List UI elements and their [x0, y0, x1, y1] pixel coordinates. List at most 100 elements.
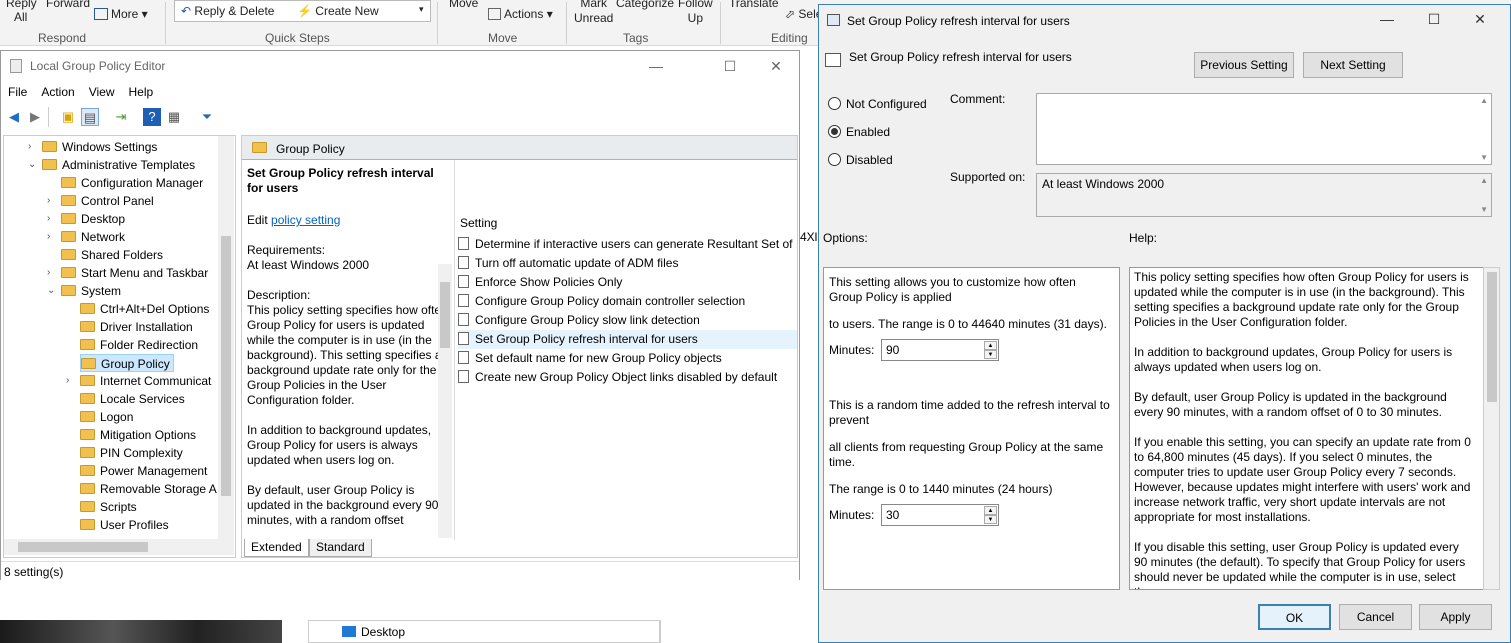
menu-help[interactable]: Help [122, 83, 161, 101]
tree-item[interactable]: Driver Installation [80, 318, 193, 336]
tree-vscrollbar[interactable] [218, 136, 234, 539]
tree-hscrollbar[interactable] [4, 539, 234, 555]
setting-row[interactable]: Configure Group Policy slow link detecti… [458, 311, 797, 330]
tree-item[interactable]: Group Policy [80, 354, 174, 372]
apply-button[interactable]: Apply [1419, 604, 1492, 630]
tree-item[interactable]: Folder Redirection [80, 336, 198, 354]
move-button[interactable]: Move [449, 0, 478, 10]
tree-item[interactable]: Internet Communicat [80, 372, 211, 390]
cancel-button[interactable]: Cancel [1339, 604, 1412, 630]
translate-button[interactable]: Translate [729, 0, 779, 10]
tab-standard[interactable]: Standard [309, 539, 372, 557]
tree-item[interactable]: System [61, 282, 121, 300]
dialog-maximize-button[interactable]: ☐ [1419, 8, 1449, 30]
tree-item[interactable]: Control Panel [61, 192, 154, 210]
close-button[interactable]: ✕ [761, 55, 791, 77]
expand-chevron-icon[interactable]: › [47, 231, 50, 242]
forward-button[interactable]: Forward [46, 0, 90, 10]
scroll-up-icon[interactable]: ▲ [1480, 176, 1488, 185]
properties-icon[interactable]: ▦ [165, 108, 183, 126]
comment-textarea[interactable]: ▲ ▼ [1036, 93, 1492, 165]
tree-vscroll-thumb[interactable] [221, 236, 231, 496]
spin-down-icon[interactable]: ▼ [984, 515, 997, 524]
more-button[interactable]: More ▾ [94, 7, 148, 21]
refresh-minutes-spinner[interactable]: 90 ▲ ▼ [881, 339, 999, 361]
scroll-down-icon[interactable]: ▼ [1480, 205, 1488, 214]
reply-all-button[interactable]: Reply All [6, 0, 37, 24]
setting-row[interactable]: Create new Group Policy Object links dis… [458, 368, 797, 387]
setting-row[interactable]: Configure Group Policy domain controller… [458, 292, 797, 311]
scroll-up-icon[interactable]: ▲ [1480, 96, 1488, 105]
expand-chevron-icon[interactable]: › [28, 141, 31, 152]
tree-item[interactable]: Logon [80, 408, 133, 426]
tree-item[interactable]: Configuration Manager [61, 174, 203, 192]
offset-minutes-spinner[interactable]: 30 ▲ ▼ [881, 504, 999, 526]
description-scroll-thumb[interactable] [440, 282, 450, 348]
tab-extended[interactable]: Extended [244, 539, 309, 557]
description-scrollbar[interactable] [438, 264, 452, 538]
help-icon[interactable]: ? [143, 108, 161, 126]
ok-button[interactable]: OK [1258, 604, 1331, 630]
select-button[interactable]: ⬀ Sele [785, 7, 822, 21]
menu-action[interactable]: Action [34, 83, 81, 101]
maximize-button[interactable]: ☐ [715, 55, 745, 77]
quick-steps-gallery[interactable]: ↶ Reply & Delete ⚡ Create New ▾ [174, 0, 431, 22]
tree-item[interactable]: Desktop [61, 210, 125, 228]
tree-item[interactable]: Scripts [80, 498, 137, 516]
menu-view[interactable]: View [82, 83, 122, 101]
previous-setting-button[interactable]: Previous Setting [1194, 52, 1294, 78]
mark-unread-button[interactable]: Mark Unread [574, 0, 613, 26]
reply-delete-quickstep[interactable]: ↶ Reply & Delete [181, 4, 274, 18]
forward-arrow-icon[interactable]: ▶ [26, 108, 44, 126]
setting-row[interactable]: Determine if interactive users can gener… [458, 235, 797, 254]
spin-down-icon[interactable]: ▼ [984, 350, 997, 359]
setting-column-header[interactable]: Setting [460, 216, 497, 230]
show-hide-tree-icon[interactable]: ▤ [81, 108, 99, 126]
collapse-chevron-icon[interactable]: ⌄ [28, 159, 36, 170]
tree-item[interactable]: User Profiles [80, 516, 169, 534]
setting-row[interactable]: Set default name for new Group Policy ob… [458, 349, 797, 368]
create-new-quickstep[interactable]: ⚡ Create New [297, 4, 379, 18]
back-arrow-icon[interactable]: ◀ [5, 108, 23, 126]
expand-chevron-icon[interactable]: › [66, 375, 69, 386]
tree-item[interactable]: Network [61, 228, 125, 246]
next-setting-button[interactable]: Next Setting [1303, 52, 1403, 78]
policy-setting-link[interactable]: policy setting [271, 213, 340, 227]
dialog-close-button[interactable]: ✕ [1465, 8, 1495, 30]
gallery-scroll-icon[interactable]: ▾ [419, 4, 424, 15]
tree-item[interactable]: Start Menu and Taskbar [61, 264, 208, 282]
setting-row[interactable]: Turn off automatic update of ADM files [458, 254, 797, 273]
tree-item[interactable]: PIN Complexity [80, 444, 183, 462]
tree-item[interactable]: Windows Settings [42, 138, 157, 156]
expand-chevron-icon[interactable]: › [47, 213, 50, 224]
categorize-button[interactable]: Categorize [616, 0, 674, 10]
desktop-item[interactable]: Desktop [342, 625, 405, 639]
help-scroll-thumb[interactable] [1487, 272, 1497, 402]
export-list-icon[interactable]: ⇥ [112, 108, 130, 126]
spin-up-icon[interactable]: ▲ [984, 506, 997, 515]
filter-icon[interactable]: ⏷ [198, 108, 216, 126]
tree-item[interactable]: Mitigation Options [80, 426, 196, 444]
tree-item[interactable]: Shared Folders [61, 246, 163, 264]
tree-item[interactable]: Removable Storage A [80, 480, 217, 498]
follow-up-button[interactable]: Follow Up [678, 0, 713, 26]
radio-disabled[interactable]: Disabled [828, 153, 893, 167]
tree-item[interactable]: Locale Services [80, 390, 185, 408]
setting-row[interactable]: Enforce Show Policies Only [458, 273, 797, 292]
collapse-chevron-icon[interactable]: ⌄ [47, 285, 55, 296]
up-folder-icon[interactable]: ▣ [59, 108, 77, 126]
tree-hscroll-thumb[interactable] [18, 542, 148, 552]
expand-chevron-icon[interactable]: › [47, 267, 50, 278]
spin-up-icon[interactable]: ▲ [984, 341, 997, 350]
tree-item[interactable]: Administrative Templates [42, 156, 195, 174]
setting-row[interactable]: Set Group Policy refresh interval for us… [458, 330, 797, 349]
radio-enabled[interactable]: Enabled [828, 125, 890, 139]
radio-not-configured[interactable]: Not Configured [828, 97, 927, 111]
dialog-minimize-button[interactable]: — [1372, 8, 1402, 30]
actions-button[interactable]: Actions ▾ [488, 7, 553, 21]
scroll-down-icon[interactable]: ▼ [1480, 153, 1488, 162]
menu-file[interactable]: File [1, 83, 34, 101]
help-scrollbar[interactable] [1483, 267, 1500, 590]
tree-item[interactable]: Ctrl+Alt+Del Options [80, 300, 209, 318]
tree-item[interactable]: Power Management [80, 462, 207, 480]
